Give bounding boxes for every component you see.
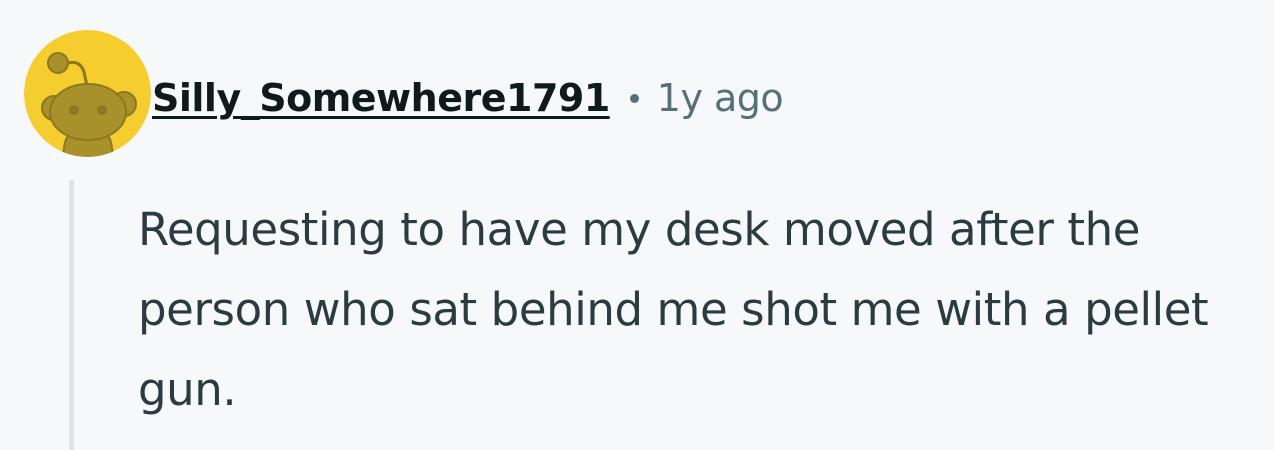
thread-line[interactable] (69, 180, 74, 450)
separator-dot (629, 93, 639, 103)
comment-timestamp[interactable]: 1y ago (657, 76, 784, 120)
comment: Silly_Somewhere1791 1y ago Requesting to… (0, 0, 1274, 450)
comment-header: Silly_Somewhere1791 1y ago (152, 68, 784, 128)
username-link[interactable]: Silly_Somewhere1791 (152, 76, 610, 120)
snoo-avatar-icon (24, 30, 151, 157)
user-avatar[interactable] (24, 30, 151, 157)
comment-body: Requesting to have my desk moved after t… (138, 203, 1209, 416)
